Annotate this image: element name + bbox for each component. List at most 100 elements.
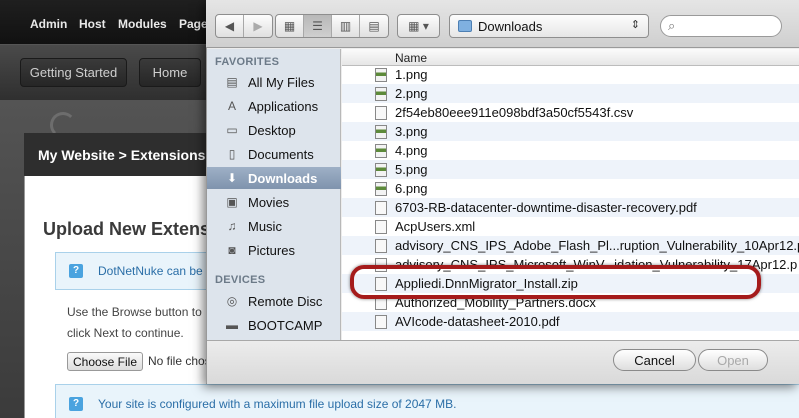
devices-header: DEVICES [215,274,266,286]
choose-file-button[interactable]: Choose File [67,352,143,371]
file-row[interactable]: advisory_CNS_IPS_Adobe_Flash_Pl...ruptio… [342,236,799,255]
info-text-2: Your site is configured with a maximum f… [98,397,457,411]
panel-title: My Website > Extensions [24,133,206,176]
sidebar-item-label: Pictures [248,242,295,258]
arrange-button[interactable]: ▦ ▾ [397,14,440,38]
file-name: 6.png [395,181,428,196]
file-name: AcpUsers.xml [395,219,476,234]
name-column-label: Name [395,51,428,65]
pdf-file-icon [375,314,387,329]
file-name: 3.png [395,124,428,139]
sidebar-item-applications[interactable]: A Applications [207,95,341,117]
sidebar-item-label: Remote Disc [248,293,323,309]
sidebar-item-all-my-files[interactable]: ▤ All My Files [207,71,341,93]
file-row[interactable]: 4.png [342,141,799,160]
forward-arrow-icon: ▶ [253,19,263,33]
file-name: advisory_CNS_IPS_Adobe_Flash_Pl...ruptio… [395,238,799,253]
list-view-button[interactable]: ☰ [304,15,332,37]
image-file-icon [375,162,387,177]
sidebar-item-music[interactable]: ♫ Music [207,215,341,237]
list-icon: ☰ [312,19,323,33]
icon-view-button[interactable]: ▦ [276,15,304,37]
file-name: AVIcode-datasheet-2010.pdf [395,314,560,329]
name-column-header[interactable]: Name [342,49,799,66]
xml-file-icon [375,219,387,234]
coverflow-icon: ▤ [368,19,380,33]
sidebar-item-remote-disc[interactable]: ◎ Remote Disc [207,290,341,312]
image-file-icon [375,67,387,82]
menu-admin[interactable]: Admin [30,17,67,31]
location-label: Downloads [478,19,543,34]
menu-modules[interactable]: Modules [118,17,167,31]
file-row[interactable]: 1.png [342,65,799,84]
favorites-header: FAVORITES [215,56,280,68]
callout-highlight-ring [350,265,761,299]
open-button[interactable]: Open [698,349,768,371]
disc-icon: ◎ [226,294,238,308]
file-row[interactable]: 5.png [342,160,799,179]
cancel-button[interactable]: Cancel [613,349,696,371]
info-box-2: ? Your site is configured with a maximum… [55,384,799,418]
image-file-icon [375,181,387,196]
sidebar-item-label: Music [248,218,282,234]
sidebar-item-label: Movies [248,194,290,210]
sidebar-item-label: Downloads [248,170,318,186]
arrange-icon: ▦ ▾ [408,19,429,33]
file-name: 4.png [395,143,428,158]
document-file-icon [375,238,387,253]
menu-host[interactable]: Host [79,17,106,31]
file-row[interactable]: AVIcode-datasheet-2010.pdf [342,312,799,331]
search-field[interactable]: ⌕ [660,15,782,37]
sidebar-item-documents[interactable]: ▯ Documents [207,143,341,165]
file-row[interactable]: 3.png [342,122,799,141]
nav-home[interactable]: Home [139,58,201,87]
column-view-button[interactable]: ▥ [332,15,360,37]
sidebar-item-label: BOOTCAMP [248,317,323,333]
file-row[interactable]: 2f54eb80eee911e098bdf3a50cf5543f.csv [342,103,799,122]
back-arrow-icon: ◀ [224,19,235,33]
document-file-icon [375,105,387,120]
search-icon: ⌕ [668,18,676,33]
downloads-icon: ⬇ [226,171,238,185]
desktop-icon: ▭ [226,123,238,137]
file-name: 1.png [395,67,428,82]
sidebar-item-movies[interactable]: ▣ Movies [207,191,341,213]
drive-icon: ▬ [226,318,238,332]
instruction-line-2: click Next to continue. [67,326,184,340]
coverflow-view-button[interactable]: ▤ [360,15,388,37]
instruction-line-1: Use the Browse button to [67,305,202,319]
menu-pages[interactable]: Page [179,17,208,31]
sidebar-item-pictures[interactable]: ◙ Pictures [207,239,341,261]
file-row[interactable]: AcpUsers.xml [342,217,799,236]
sidebar-item-label: Desktop [248,122,296,138]
documents-icon: ▯ [228,147,236,161]
sidebar-item-bootcamp[interactable]: ▬ BOOTCAMP [207,314,341,336]
image-file-icon [375,143,387,158]
grid-icon: ▦ [283,19,296,33]
forward-button[interactable]: ▶ [244,15,272,37]
dialog-sidebar: FAVORITES ▤ All My Files A Applications … [207,49,341,340]
sidebar-item-label: All My Files [248,74,315,90]
nav-getting-started[interactable]: Getting Started [20,58,127,87]
image-file-icon [375,124,387,139]
file-row[interactable]: 6.png [342,179,799,198]
info-icon: ? [69,264,83,278]
back-button[interactable]: ◀ [216,15,244,37]
sidebar-item-label: Documents [248,146,314,162]
file-row[interactable]: 6703-RB-datacenter-downtime-disaster-rec… [342,198,799,217]
file-name: 6703-RB-datacenter-downtime-disaster-rec… [395,200,697,215]
info-text-1: DotNetNuke can be [98,264,203,278]
location-popup[interactable]: Downloads ⇕ [449,14,649,38]
image-file-icon [375,86,387,101]
folder-icon [458,20,472,32]
pictures-icon: ◙ [228,243,236,257]
info-icon: ? [69,397,83,411]
file-row[interactable]: 2.png [342,84,799,103]
columns-icon: ▥ [339,19,352,33]
all-files-icon: ▤ [226,75,238,89]
sidebar-item-downloads[interactable]: ⬇ Downloads [207,167,341,189]
file-name: 2f54eb80eee911e098bdf3a50cf5543f.csv [395,105,634,120]
music-icon: ♫ [227,219,237,233]
file-name: 5.png [395,162,428,177]
sidebar-item-desktop[interactable]: ▭ Desktop [207,119,341,141]
